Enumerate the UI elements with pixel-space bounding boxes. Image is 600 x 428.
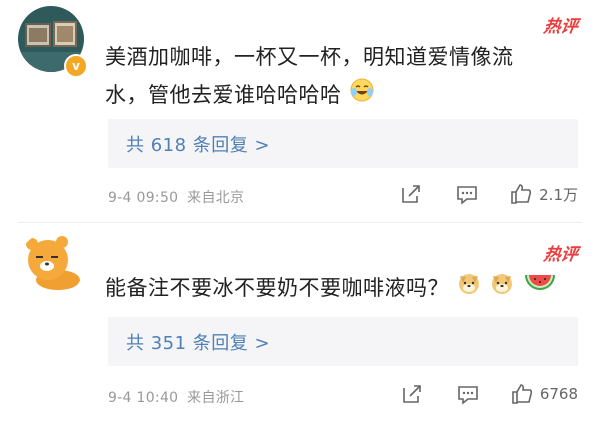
comment-1: v 热评 美酒加咖啡，一杯又一杯，明知道爱情像流 水，管他去爱谁哈哈哈哈 共 6… xyxy=(0,0,600,214)
comment-icon[interactable] xyxy=(456,382,480,406)
view-replies-link[interactable]: 共 618 条回复 > xyxy=(126,131,270,157)
verified-badge-icon: v xyxy=(64,54,88,78)
comment-actions: 2.1万 xyxy=(399,182,578,206)
comment-text: 美酒加咖啡，一杯又一杯，明知道爱情像流 水，管他去爱谁哈哈哈哈 xyxy=(105,38,575,115)
like-count: 6768 xyxy=(539,385,578,403)
location: 来自北京 xyxy=(187,190,245,206)
comment-meta: 9-4 09:50 来自北京 xyxy=(108,187,244,207)
location: 来自浙江 xyxy=(187,390,245,406)
like-count: 2.1万 xyxy=(539,185,578,204)
laughing-face-emoji xyxy=(349,77,375,115)
reply-count-box[interactable]: 共 351 条回复 > xyxy=(108,317,578,366)
timestamp: 9-4 10:40 xyxy=(108,390,179,406)
like-icon[interactable] xyxy=(510,382,534,406)
reply-count-box[interactable]: 共 618 条回复 > xyxy=(108,119,578,168)
comment-2: 热评 能备注不要冰不要奶不要咖啡液吗？ 共 351 条回复 > 9-4 10:4… xyxy=(0,226,600,428)
comment-text: 能备注不要冰不要奶不要咖啡液吗？ xyxy=(105,269,575,309)
avatar[interactable] xyxy=(18,232,84,298)
hot-comment-tag: 热评 xyxy=(542,245,580,265)
view-replies-link[interactable]: 共 351 条回复 > xyxy=(126,329,270,355)
timestamp: 9-4 09:50 xyxy=(108,190,179,206)
doge-emoji xyxy=(456,270,482,308)
comment-icon[interactable] xyxy=(455,182,479,206)
comment-divider xyxy=(18,222,582,223)
share-icon[interactable] xyxy=(399,182,423,206)
watermelon-emoji xyxy=(523,269,557,309)
doge-emoji xyxy=(489,270,515,308)
like-icon[interactable] xyxy=(509,182,533,206)
hot-comment-tag: 热评 xyxy=(542,17,580,37)
comment-actions: 6768 xyxy=(400,382,578,406)
share-icon[interactable] xyxy=(400,382,424,406)
comment-meta: 9-4 10:40 来自浙江 xyxy=(108,387,244,407)
comment-text-line: 美酒加咖啡，一杯又一杯，明知道爱情像流 xyxy=(105,45,514,69)
comment-text-line: 水，管他去爱谁哈哈哈哈 xyxy=(105,76,575,115)
